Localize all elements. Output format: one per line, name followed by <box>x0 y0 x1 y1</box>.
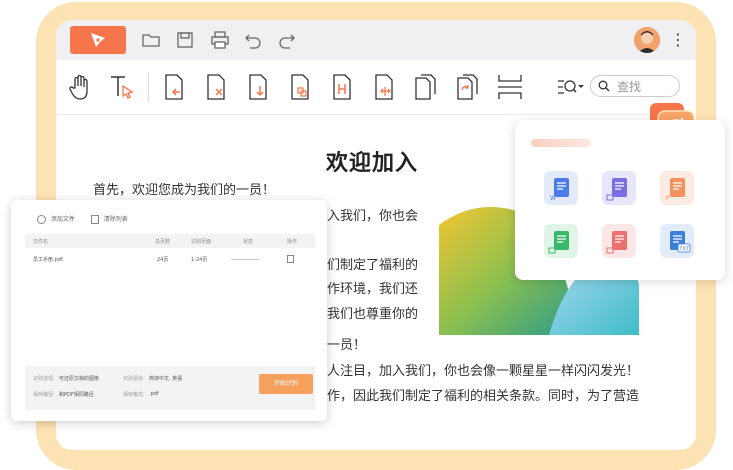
page-title: 欢迎加入 <box>326 151 419 176</box>
column-header: 状态 <box>243 239 254 245</box>
avatar[interactable] <box>634 27 660 53</box>
title-bar: ⋮ <box>56 20 696 60</box>
app-logo-button[interactable] <box>70 26 126 54</box>
format-conversion-card: W P TXT <box>515 120 725 280</box>
extract-page-icon[interactable] <box>244 72 272 102</box>
dialog-footer: 识别选项: 可还原文档的图像 识别语言: 简体中文, 英语 保存路径: 和PDF… <box>25 366 315 410</box>
toolbar-divider <box>148 72 149 102</box>
pdf-image-format-icon[interactable] <box>602 224 636 258</box>
open-folder-icon[interactable] <box>142 31 160 49</box>
save-format-label: 保存格式: <box>123 392 145 398</box>
delete-page-icon[interactable] <box>202 72 230 102</box>
start-ocr-button[interactable]: 开始识别 <box>259 374 313 394</box>
file-name: 员工手册.pdf <box>33 257 63 263</box>
crop-page-icon[interactable] <box>370 72 398 102</box>
svg-text:P: P <box>666 195 670 202</box>
txt-format-icon[interactable]: TXT <box>660 224 694 258</box>
doc-line: 入我们，你也会 <box>327 209 419 224</box>
save-path-select[interactable]: 和PDF相同路径 <box>59 391 94 398</box>
print-icon[interactable] <box>211 31 229 49</box>
table-row[interactable]: 员工手册.pdf 24页 1-24页 <box>25 252 315 266</box>
image-format-icon[interactable] <box>602 171 636 205</box>
search-options-icon[interactable] <box>556 72 586 102</box>
page-layout-icon[interactable] <box>496 72 524 102</box>
save-path-label: 保存路径: <box>33 392 55 398</box>
column-header: 总页数 <box>155 239 171 245</box>
doc-line: 我们也尊重你的 <box>327 307 419 322</box>
search-input[interactable]: 查找 <box>590 75 680 97</box>
svg-text:W: W <box>550 195 556 202</box>
save-icon[interactable] <box>176 31 194 49</box>
clear-list-button[interactable]: 清除列表 <box>104 216 128 223</box>
insert-page-icon[interactable] <box>160 72 188 102</box>
ocr-language-label: 识别语言: <box>123 376 145 382</box>
text-select-icon[interactable] <box>108 72 136 102</box>
table-header: 文件名 总页数 识别页面 状态 操作 <box>25 234 315 248</box>
column-header: 识别页面 <box>191 239 212 245</box>
copy-page-icon[interactable] <box>412 72 440 102</box>
pen-logo-icon <box>91 33 105 47</box>
replace-page-icon[interactable] <box>454 72 482 102</box>
add-file-button[interactable]: 添加文件 <box>51 216 75 223</box>
ocr-mode-label: 识别选项: <box>33 376 55 382</box>
column-header: 操作 <box>287 239 298 245</box>
card-header-bar <box>531 139 591 147</box>
split-page-icon[interactable] <box>286 72 314 102</box>
save-format-value: .pdf <box>149 391 159 397</box>
doc-line: 作环境，我们还 <box>327 282 419 297</box>
user-avatar-icon <box>634 27 660 53</box>
doc-line: 人注目，加入我们，你也会像一颗星星一样闪闪发光！ <box>327 364 640 379</box>
excel-format-icon[interactable] <box>544 224 578 258</box>
doc-line: 一员！ <box>327 338 367 353</box>
ocr-dialog: 添加文件 清除列表 文件名 总页数 识别页面 状态 操作 员工手册.pdf 24… <box>11 200 327 421</box>
tool-bar: 查找 <box>56 60 696 115</box>
search-placeholder: 查找 <box>617 80 642 94</box>
dialog-toolbar: 添加文件 清除列表 <box>25 214 128 230</box>
ocr-language-select[interactable]: 简体中文, 英语 <box>149 375 182 382</box>
ocr-mode-select[interactable]: 可还原文档的图像 <box>59 375 99 382</box>
add-file-icon[interactable] <box>37 215 46 224</box>
ppt-format-icon[interactable]: P <box>660 171 694 205</box>
page-count: 24页 <box>157 257 169 263</box>
svg-text:TXT: TXT <box>679 247 690 253</box>
delete-row-icon[interactable] <box>287 255 294 263</box>
more-menu-icon[interactable]: ⋮ <box>670 28 686 52</box>
redo-icon[interactable] <box>278 31 296 49</box>
undo-icon[interactable] <box>244 31 262 49</box>
merge-page-icon[interactable] <box>328 72 356 102</box>
doc-line: 作，因此我们制定了福利的相关条款。同时，为了营造 <box>327 389 640 404</box>
hand-tool-icon[interactable] <box>66 72 94 102</box>
status-progress <box>231 259 259 260</box>
search-icon <box>598 80 610 92</box>
doc-line: 们制定了福利的 <box>327 258 419 273</box>
column-header: 文件名 <box>33 239 49 245</box>
page-range-select[interactable]: 1-24页 <box>191 256 207 263</box>
trash-icon[interactable] <box>90 215 99 224</box>
word-format-icon[interactable]: W <box>544 171 578 205</box>
doc-line: 首先，欢迎您成为我们的一员！ <box>93 183 276 198</box>
